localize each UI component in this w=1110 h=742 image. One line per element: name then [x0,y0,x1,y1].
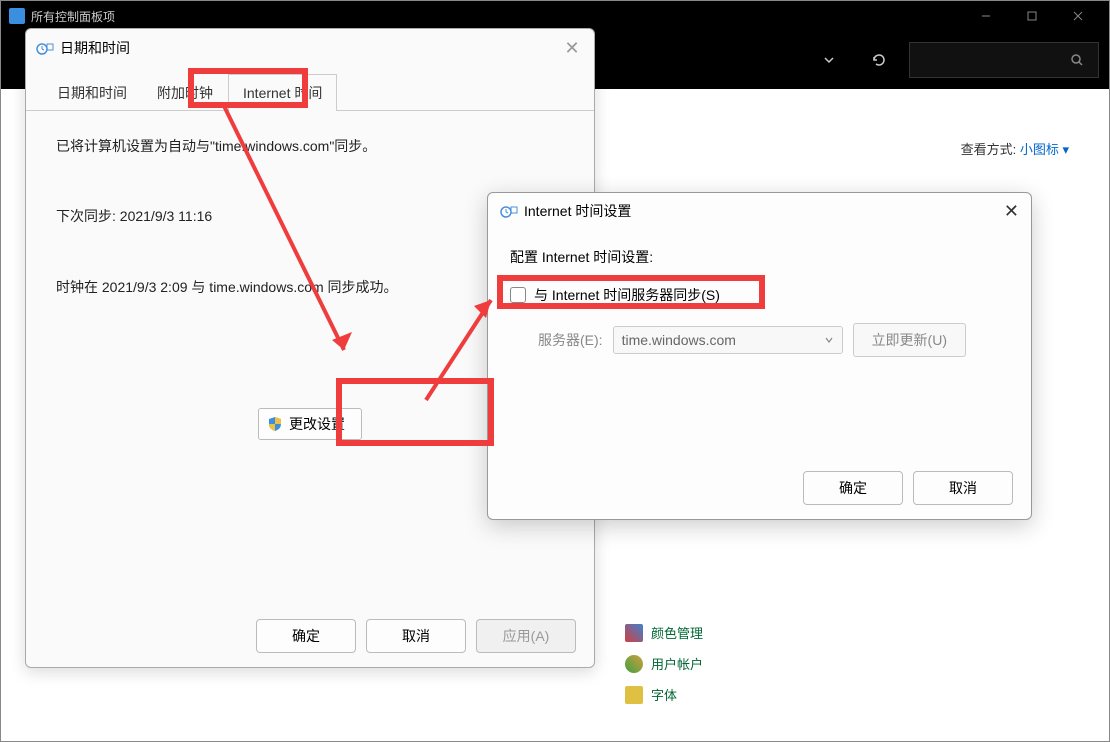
change-settings-label: 更改设置 [289,414,345,434]
search-icon [1070,53,1084,67]
sync-checkbox[interactable] [510,287,526,303]
view-mode: 查看方式: 小图标 ▾ [961,139,1069,158]
close-icon[interactable]: ✕ [560,38,584,59]
tab-internet-time[interactable]: Internet 时间 [228,74,337,111]
ok-button[interactable]: 确定 [256,619,356,653]
tab-date-time[interactable]: 日期和时间 [42,74,142,111]
minimize-button[interactable] [963,1,1009,31]
its-server-row: 服务器(E): time.windows.com 立即更新(U) [538,323,1009,357]
chevron-down-icon [824,335,834,345]
chevron-down-icon[interactable] [809,42,849,78]
sync-checkbox-label: 与 Internet 时间服务器同步(S) [534,285,720,305]
server-label: 服务器(E): [538,330,603,350]
cp-link-label: 颜色管理 [651,623,703,642]
apply-button[interactable]: 应用(A) [476,619,576,653]
fonts-icon [625,686,643,704]
main-title: 所有控制面板项 [31,8,115,25]
search-input[interactable] [909,42,1099,78]
dt-footer: 确定 取消 应用(A) [26,605,594,667]
its-body: 配置 Internet 时间设置: 与 Internet 时间服务器同步(S) … [488,229,1031,375]
window-controls [963,1,1101,31]
cp-links: 颜色管理 用户帐户 字体 [625,623,703,704]
update-now-button[interactable]: 立即更新(U) [853,323,966,357]
view-mode-link[interactable]: 小图标 ▾ [1020,142,1069,157]
cancel-button[interactable]: 取消 [366,619,466,653]
close-icon[interactable]: ✕ [1004,201,1019,222]
maximize-button[interactable] [1009,1,1055,31]
its-title: Internet 时间设置 [524,201,631,221]
server-value: time.windows.com [622,332,736,348]
cp-link-color-management[interactable]: 颜色管理 [625,623,703,642]
close-button[interactable] [1055,1,1101,31]
its-titlebar: Internet 时间设置 ✕ [488,193,1031,229]
cp-link-fonts[interactable]: 字体 [625,685,703,704]
refresh-button[interactable] [859,42,899,78]
cancel-button[interactable]: 取消 [913,471,1013,505]
dt-tabs: 日期和时间 附加时钟 Internet 时间 [26,73,594,111]
color-management-icon [625,624,643,642]
main-titlebar: 所有控制面板项 [1,1,1109,31]
its-footer: 确定 取消 [488,457,1031,519]
dt-titlebar: 日期和时间 ✕ [26,29,594,67]
dt-sync-info: 已将计算机设置为自动与"time.windows.com"同步。 [56,135,564,157]
view-mode-label: 查看方式: [961,142,1017,157]
dt-title: 日期和时间 [60,38,130,58]
internet-time-settings-dialog: Internet 时间设置 ✕ 配置 Internet 时间设置: 与 Inte… [487,192,1032,520]
control-panel-icon [9,8,25,24]
user-accounts-icon [625,655,643,673]
its-config-label: 配置 Internet 时间设置: [510,247,1009,267]
cp-link-user-accounts[interactable]: 用户帐户 [625,654,703,673]
its-sync-checkbox-row[interactable]: 与 Internet 时间服务器同步(S) [510,285,1009,305]
change-settings-button[interactable]: 更改设置 [258,408,362,440]
cp-link-label: 字体 [651,685,677,704]
cp-link-label: 用户帐户 [651,654,703,673]
server-select[interactable]: time.windows.com [613,326,843,354]
clock-icon [500,203,518,219]
tab-additional-clocks[interactable]: 附加时钟 [142,74,228,111]
ok-button[interactable]: 确定 [803,471,903,505]
clock-icon [36,40,54,56]
shield-icon [267,416,283,432]
